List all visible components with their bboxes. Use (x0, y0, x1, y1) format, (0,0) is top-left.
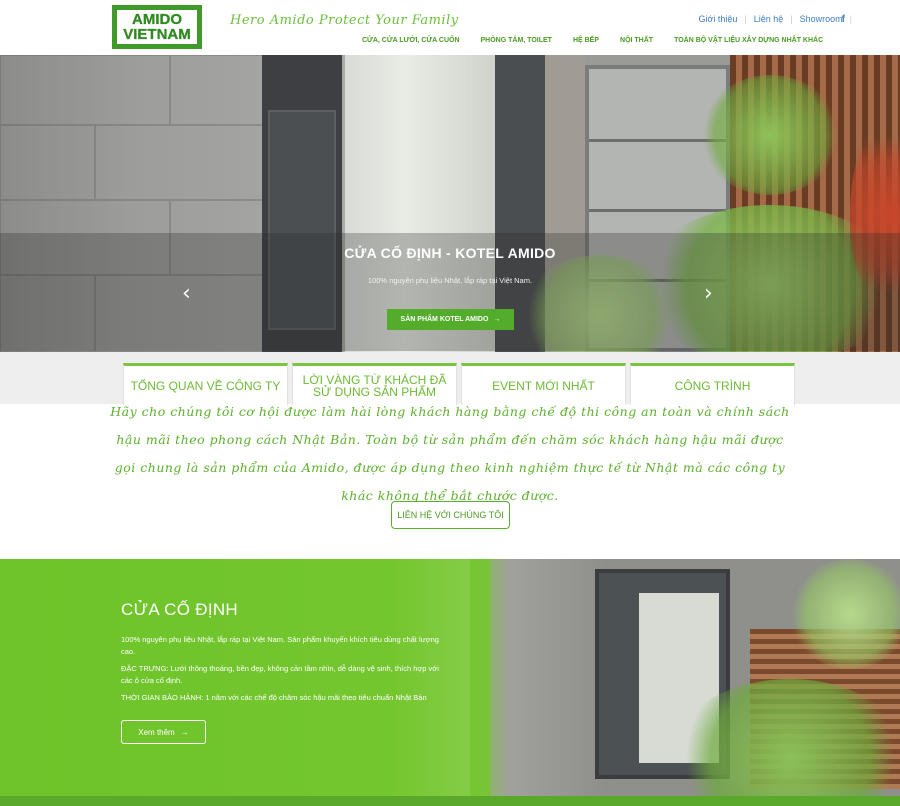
arrow-right-icon: → (180, 727, 189, 737)
nav-item-doors[interactable]: CỬA, CỬA LƯỚI, CỬA CUỐN (362, 37, 460, 44)
logo[interactable]: AMIDO VIETNAM (112, 5, 202, 49)
slide-subtitle: 100% nguyên phụ liệu Nhật, lắp ráp tại V… (367, 276, 533, 285)
see-more-button[interactable]: Xem thêm → (121, 720, 206, 744)
logo-text-amido: AMIDO (132, 11, 182, 28)
logo-text-vietnam: VIETNAM (123, 26, 191, 43)
contact-us-button[interactable]: LIÊN HỆ VỚI CHÚNG TÔI (391, 501, 510, 529)
product-features: ĐẶC TRƯNG: Lưới thông thoáng, bền đẹp, k… (121, 664, 439, 685)
tagline: Hero Amido Protect Your Family (230, 13, 459, 28)
company-quote: Hãy cho chúng tôi cơ hội được làm hài lò… (110, 404, 790, 503)
main-nav: CỬA, CỬA LƯỚI, CỬA CUỐN PHÒNG TẮM, TOILE… (362, 37, 844, 44)
facebook-icon[interactable]: f (842, 14, 845, 25)
product-description: 100% nguyên phụ liệu Nhật, lắp ráp tại V… (121, 635, 439, 656)
hero-slider: CỬA CỐ ĐỊNH - KOTEL AMIDO 100% nguyên ph… (0, 55, 900, 352)
product-title: CỬA CỐ ĐỊNH (121, 600, 238, 619)
slide-title: CỬA CỐ ĐỊNH - KOTEL AMIDO (344, 245, 556, 261)
page: AMIDO VIETNAM Hero Amido Protect Your Fa… (0, 0, 900, 806)
nav-item-kitchen[interactable]: HỆ BẾP (573, 37, 599, 44)
nav-item-bathroom[interactable]: PHÒNG TẮM, TOILET (481, 37, 552, 44)
slide-product-button[interactable]: SẢN PHẨM KOTEL AMIDO → (387, 309, 514, 330)
link-gioi-thieu[interactable]: Giới thiệu (691, 14, 744, 24)
slider-prev-arrow-icon[interactable]: ‹ (182, 281, 191, 306)
product-section: CỬA CỐ ĐỊNH 100% nguyên phụ liệu Nhật, l… (0, 559, 900, 806)
divider: | (849, 14, 852, 24)
slider-next-arrow-icon[interactable]: › (704, 281, 713, 306)
product-image (470, 559, 900, 806)
link-lien-he[interactable]: Liên hệ (747, 14, 791, 24)
product-warranty: THỜI GIAN BẢO HÀNH: 1 năm với các chế độ… (121, 693, 427, 702)
see-more-label: Xem thêm (138, 727, 175, 737)
nav-item-materials[interactable]: TOÀN BỘ VẬT LIỆU XÂY DỰNG NHẬT KHÁC (674, 37, 823, 44)
bottom-strip (0, 796, 900, 806)
site-header: AMIDO VIETNAM Hero Amido Protect Your Fa… (0, 0, 900, 55)
top-links: Giới thiệu | Liên hệ | Showroom | (691, 14, 852, 24)
arrow-right-icon: → (493, 316, 501, 323)
nav-item-interior[interactable]: NỘI THẤT (620, 37, 653, 44)
slide-button-label: SẢN PHẨM KOTEL AMIDO (400, 316, 489, 323)
